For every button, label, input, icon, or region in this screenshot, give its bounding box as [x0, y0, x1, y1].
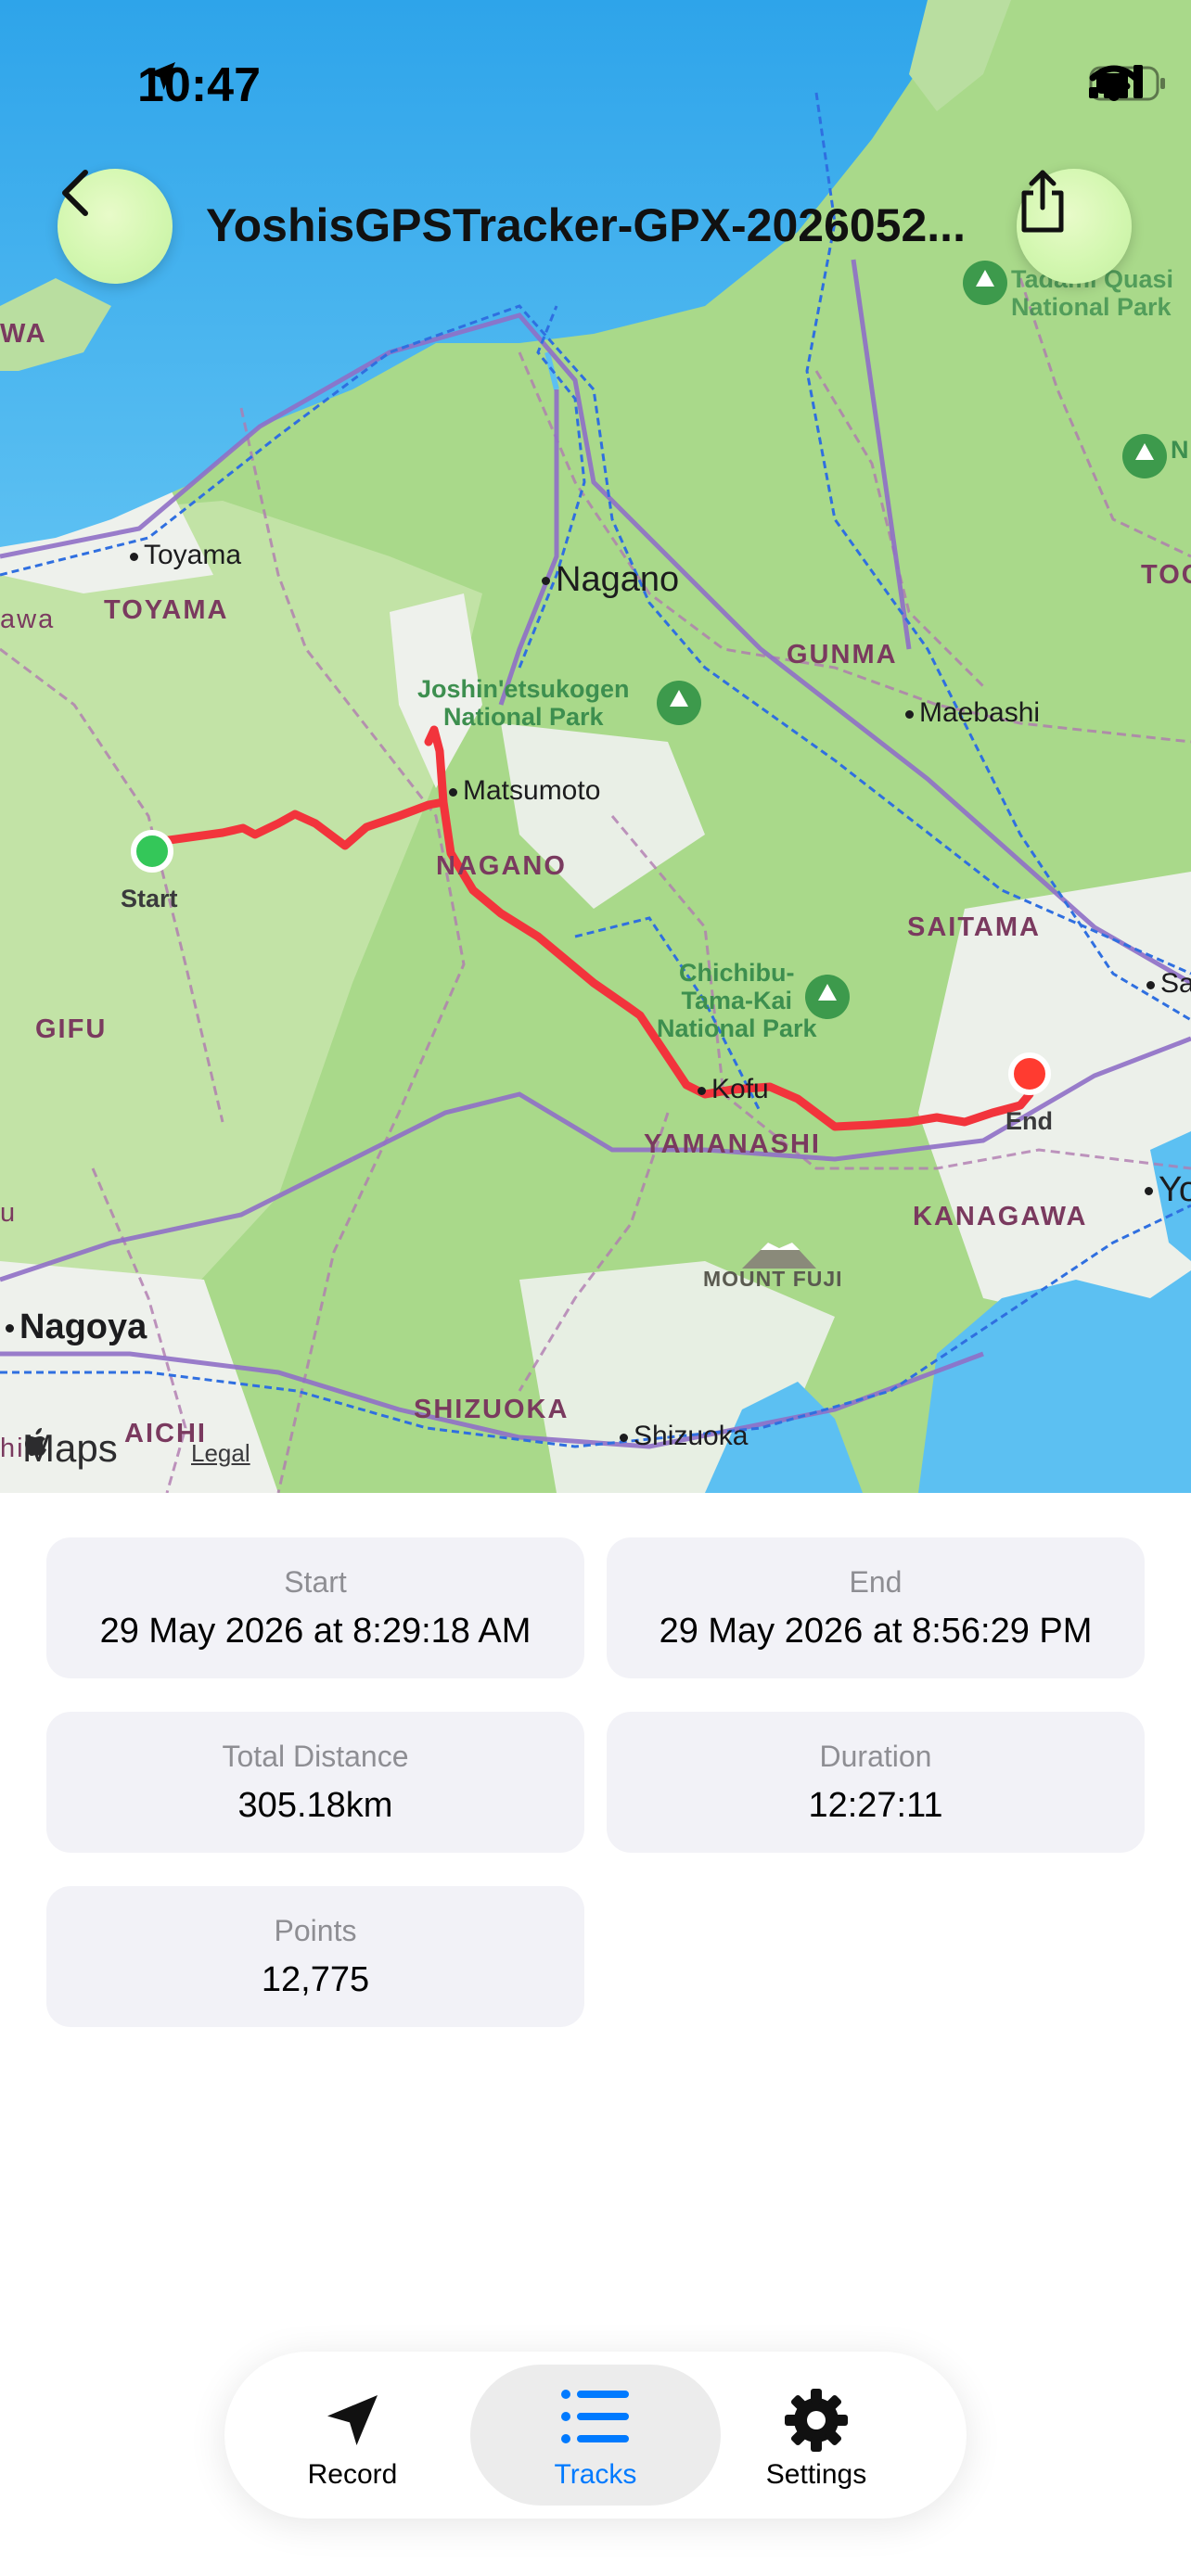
map-prefecture-label: NAGANO: [436, 851, 567, 881]
end-stat-card: End 29 May 2026 at 8:56:29 PM: [607, 1537, 1145, 1678]
map-city-label: Toyama: [130, 540, 241, 571]
map-park-label: Chichibu- Tama-Kai National Park: [657, 959, 817, 1042]
map-city-label: Kofu: [698, 1074, 769, 1105]
map-city-label: Matsumoto: [449, 775, 600, 807]
apple-logo-icon: [25, 1428, 46, 1456]
stat-label: Duration: [819, 1740, 932, 1773]
start-pin[interactable]: [131, 830, 173, 873]
tab-record[interactable]: Record: [232, 2352, 473, 2519]
tab-settings[interactable]: Settings: [696, 2352, 937, 2519]
battery-icon: [1089, 66, 1165, 101]
chevron-left-icon: [62, 170, 88, 216]
mount-fuji-label: MOUNT FUJI: [703, 1267, 843, 1291]
map-prefecture-label: u: [0, 1198, 18, 1228]
map-prefecture-label: SAITAMA: [907, 912, 1041, 942]
map-park-label: N: [1171, 436, 1189, 464]
stat-label: Points: [274, 1914, 357, 1947]
start-pin-label: Start: [121, 885, 178, 912]
map-park-label: Joshin'etsukogen National Park: [417, 675, 630, 731]
duration-stat-card: Duration 12:27:11: [607, 1712, 1145, 1853]
map-city-label: Sa: [1146, 968, 1191, 1000]
map-prefecture-label: TOYAMA: [104, 595, 229, 625]
stat-label: Total Distance: [222, 1740, 409, 1773]
map-prefecture-label: SHIZUOKA: [414, 1395, 570, 1424]
map-prefecture-label: WA: [0, 319, 47, 349]
distance-stat-card: Total Distance 305.18km: [46, 1712, 584, 1853]
points-stat-card: Points 12,775: [46, 1886, 584, 2027]
map-city-label: Nagano: [542, 560, 679, 600]
location-arrow-icon: [327, 2395, 378, 2445]
stat-value: 29 May 2026 at 8:56:29 PM: [659, 1612, 1093, 1651]
stat-value: 12,775: [261, 1960, 370, 1999]
map-view[interactable]: Toyama Nagano Maebashi Matsumoto Kofu Na…: [0, 0, 1191, 1493]
stat-value: 29 May 2026 at 8:29:18 AM: [99, 1612, 531, 1651]
map-prefecture-label: KANAGAWA: [913, 1202, 1088, 1231]
share-icon: [1021, 170, 1064, 233]
map-prefecture-label: hi: [0, 1434, 25, 1463]
list-icon: [561, 2390, 629, 2443]
map-prefecture-label: TOC: [1141, 560, 1191, 590]
map-city-label: Maebashi: [905, 697, 1040, 729]
end-pin-label: End: [1005, 1107, 1053, 1135]
status-time: 10:47: [137, 57, 261, 113]
tab-label: Settings: [765, 2459, 867, 2490]
location-arrow-icon: [147, 62, 175, 90]
gear-icon: [785, 2389, 848, 2452]
map-prefecture-label: GUNMA: [787, 640, 898, 670]
stat-label: Start: [284, 1565, 347, 1599]
share-button[interactable]: [1017, 169, 1132, 284]
back-button[interactable]: [58, 169, 173, 284]
map-prefecture-label: awa: [0, 605, 56, 634]
tab-label: Record: [307, 2459, 398, 2490]
tab-label: Tracks: [554, 2459, 637, 2490]
page-title: YoshisGPSTracker-GPX-2026052...: [206, 199, 966, 251]
map-prefecture-label: YAMANASHI: [644, 1129, 821, 1159]
map-prefecture-label: GIFU: [35, 1014, 108, 1044]
map-city-label: Shizuoka: [620, 1421, 748, 1452]
map-city-label: Yo: [1145, 1170, 1191, 1210]
legal-link[interactable]: Legal: [191, 1439, 250, 1468]
stat-value: 305.18km: [237, 1786, 393, 1825]
map-city-label: Nagoya: [6, 1307, 147, 1347]
apple-maps-logo: Maps: [22, 1426, 118, 1471]
start-stat-card: Start 29 May 2026 at 8:29:18 AM: [46, 1537, 584, 1678]
stat-label: End: [849, 1565, 903, 1599]
stat-value: 12:27:11: [808, 1786, 943, 1825]
end-pin[interactable]: [1008, 1052, 1051, 1095]
tab-bar: Record Tracks Settings: [224, 2352, 967, 2519]
tab-tracks[interactable]: Tracks: [470, 2365, 721, 2506]
